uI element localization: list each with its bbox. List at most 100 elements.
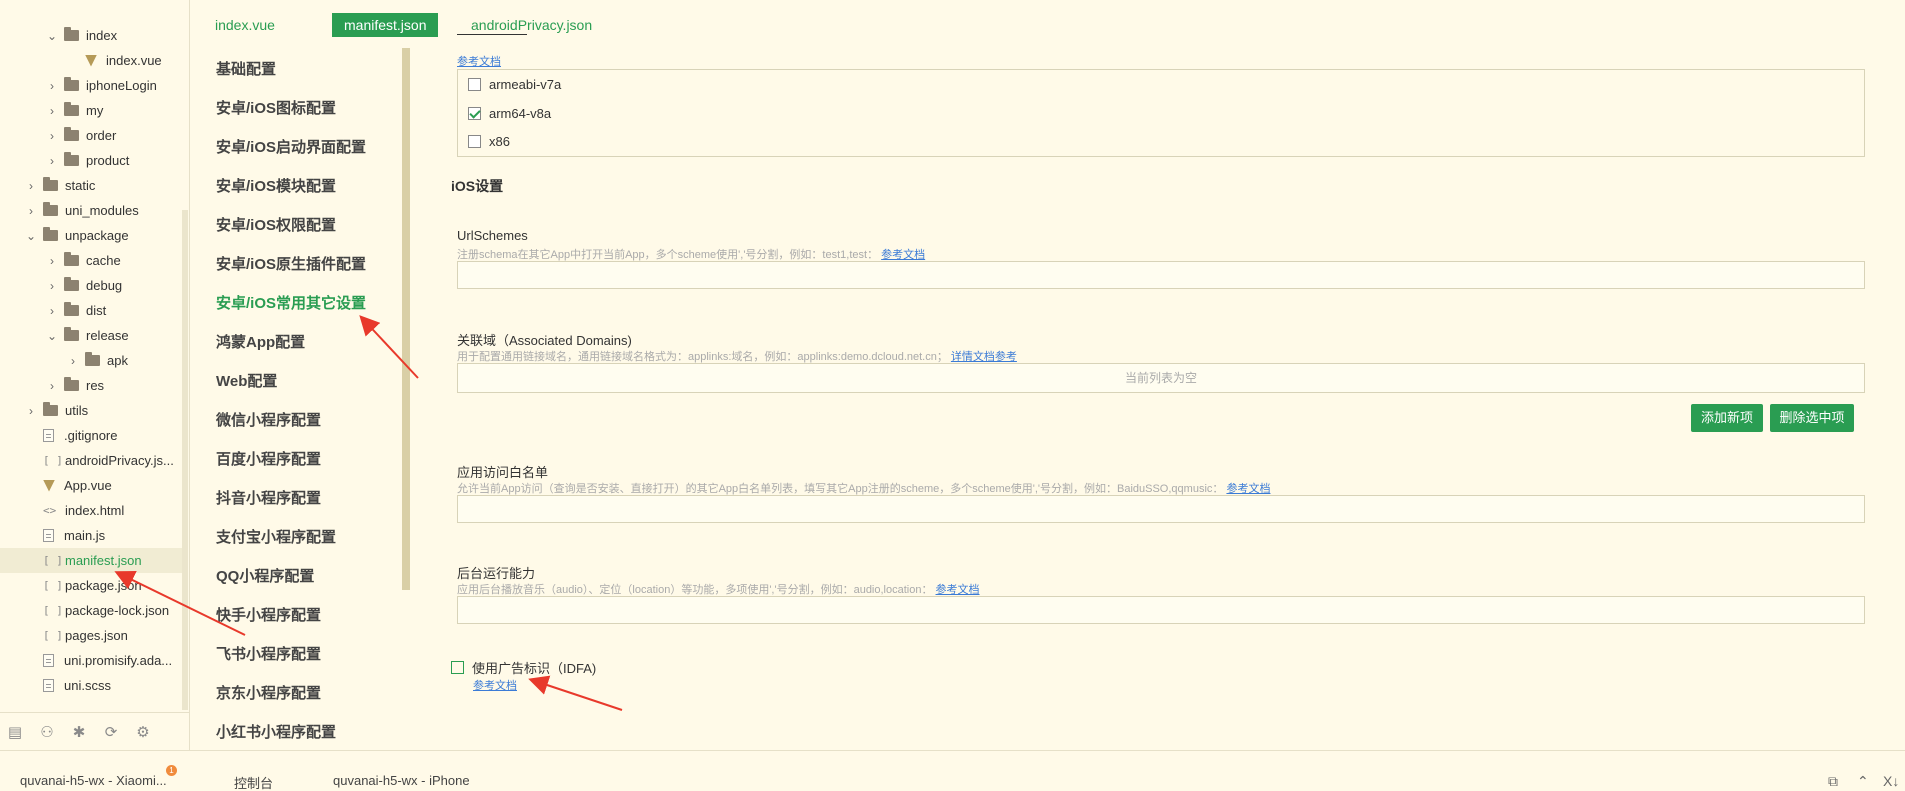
config-nav-item[interactable]: 鸿蒙App配置 <box>216 331 305 352</box>
chevron-right-icon[interactable]: › <box>46 104 58 118</box>
chevron-right-icon[interactable]: › <box>46 379 58 393</box>
config-nav-item[interactable]: 安卓/iOS权限配置 <box>216 214 336 235</box>
tree-folder[interactable]: › product <box>0 148 182 173</box>
config-nav-scrollbar[interactable] <box>402 48 410 590</box>
tree-folder[interactable]: › order <box>0 123 182 148</box>
extensions-icon[interactable]: ⚙ <box>134 723 152 741</box>
tree-file[interactable]: [ ] package.json <box>0 573 182 598</box>
folder-icon <box>85 352 100 366</box>
tree-folder[interactable]: ⌄ index <box>0 23 182 48</box>
tree-folder[interactable]: › cache <box>0 248 182 273</box>
binoculars-icon[interactable]: ⚇ <box>38 723 56 741</box>
tree-file[interactable]: uni.promisify.ada... <box>0 648 182 673</box>
close-panel-icon[interactable]: X↓ <box>1883 773 1899 789</box>
open-external-icon[interactable]: ⧉ <box>1828 773 1838 790</box>
url-schemes-input[interactable] <box>457 261 1865 289</box>
tree-folder[interactable]: › my <box>0 98 182 123</box>
config-nav-item[interactable]: 安卓/iOS模块配置 <box>216 175 336 196</box>
config-nav-item[interactable]: QQ小程序配置 <box>216 565 314 586</box>
chevron-right-icon[interactable]: › <box>46 279 58 293</box>
folder-icon <box>64 302 79 316</box>
config-nav-item[interactable]: 安卓/iOS常用其它设置 <box>216 292 366 313</box>
chevron-right-icon[interactable]: › <box>46 79 58 93</box>
config-nav-item[interactable]: 京东小程序配置 <box>216 682 321 703</box>
abi-option-x86[interactable]: x86 <box>468 134 510 149</box>
app-whitelist-input[interactable] <box>457 495 1865 523</box>
tree-file[interactable]: [ ] pages.json <box>0 623 182 648</box>
abi-doc-link[interactable]: 参考文档 <box>457 53 501 69</box>
device-iphone-tab[interactable]: quvanai-h5-wx - iPhone <box>333 773 470 788</box>
config-nav-item[interactable]: 支付宝小程序配置 <box>216 526 336 547</box>
idfa-checkbox[interactable] <box>451 661 464 674</box>
chevron-up-icon[interactable]: ⌃ <box>1857 773 1869 790</box>
idfa-doc-link[interactable]: 参考文档 <box>473 677 517 693</box>
tree-folder[interactable]: › uni_modules <box>0 198 182 223</box>
abi-option-arm64-v8a[interactable]: arm64-v8a <box>468 106 551 121</box>
tree-folder[interactable]: ⌄ unpackage <box>0 223 182 248</box>
chevron-right-icon[interactable]: › <box>25 179 37 193</box>
tree-file[interactable]: App.vue <box>0 473 182 498</box>
tree-folder[interactable]: ⌄ release <box>0 323 182 348</box>
config-nav-item[interactable]: 飞书小程序配置 <box>216 643 321 664</box>
config-nav-item[interactable]: 安卓/iOS原生插件配置 <box>216 253 366 274</box>
config-nav-item[interactable]: 抖音小程序配置 <box>216 487 321 508</box>
background-capability-doc-link[interactable]: 参考文档 <box>936 584 980 596</box>
associated-domains-doc-link[interactable]: 详情文档参考 <box>951 351 1017 363</box>
device-xiaomi-tab[interactable]: quvanai-h5-wx - Xiaomi... <box>20 773 167 788</box>
background-capability-input[interactable] <box>457 596 1865 624</box>
chevron-right-icon[interactable]: › <box>25 404 37 418</box>
config-nav-item[interactable]: Web配置 <box>216 370 277 391</box>
tree-folder[interactable]: › iphoneLogin <box>0 73 182 98</box>
associated-domains-desc: 用于配置通用链接域名，通用链接域名格式为：applinks:域名，例如：appl… <box>457 348 1017 364</box>
tab-manifest-json[interactable]: manifest.json <box>332 13 439 37</box>
clipped-heading-remnant <box>457 34 527 40</box>
tab-index-vue[interactable]: index.vue <box>203 13 287 37</box>
tree-file[interactable]: main.js <box>0 523 182 548</box>
explorer-icon[interactable]: ▤ <box>6 723 24 741</box>
config-nav-item[interactable]: 微信小程序配置 <box>216 409 321 430</box>
chevron-right-icon[interactable]: › <box>46 129 58 143</box>
tree-file[interactable]: <> index.html <box>0 498 182 523</box>
url-schemes-doc-link[interactable]: 参考文档 <box>881 249 925 261</box>
tree-folder[interactable]: › static <box>0 173 182 198</box>
config-nav-item[interactable]: 基础配置 <box>216 58 276 79</box>
config-nav-item[interactable]: 安卓/iOS图标配置 <box>216 97 336 118</box>
tree-file[interactable]: [ ] package-lock.json <box>0 598 182 623</box>
tree-folder[interactable]: › debug <box>0 273 182 298</box>
config-nav-item[interactable]: 小红书小程序配置 <box>216 721 336 742</box>
tree-folder[interactable]: › dist <box>0 298 182 323</box>
chevron-right-icon[interactable]: › <box>46 304 58 318</box>
chevron-right-icon[interactable]: › <box>25 204 37 218</box>
tree-folder[interactable]: › utils <box>0 398 182 423</box>
associated-domains-list[interactable]: 当前列表为空 <box>457 363 1865 393</box>
console-tab[interactable]: 控制台 <box>234 773 273 791</box>
chevron-down-icon[interactable]: ⌄ <box>25 229 37 243</box>
source-control-icon[interactable]: ⟳ <box>102 723 120 741</box>
app-whitelist-doc-link[interactable]: 参考文档 <box>1226 483 1270 495</box>
tree-scrollbar[interactable] <box>182 210 188 710</box>
chevron-right-icon[interactable]: › <box>67 354 79 368</box>
abi-checkbox-checked[interactable] <box>468 107 481 120</box>
chevron-down-icon[interactable]: ⌄ <box>46 29 58 43</box>
tree-file[interactable]: index.vue <box>0 48 182 73</box>
add-item-button[interactable]: 添加新项 <box>1691 404 1763 432</box>
abi-checkbox[interactable] <box>468 135 481 148</box>
abi-checkbox[interactable] <box>468 78 481 91</box>
chevron-down-icon[interactable]: ⌄ <box>46 329 58 343</box>
debug-bug-icon[interactable]: ✱ <box>70 723 88 741</box>
chevron-right-icon[interactable]: › <box>46 154 58 168</box>
tree-file[interactable]: .gitignore <box>0 423 182 448</box>
delete-selected-button[interactable]: 删除选中项 <box>1770 404 1854 432</box>
config-nav-item[interactable]: 快手小程序配置 <box>216 604 321 625</box>
config-nav-item[interactable]: 安卓/iOS启动界面配置 <box>216 136 366 157</box>
editor-tab-bar: index.vue manifest.json androidPrivacy.j… <box>191 0 1905 48</box>
tree-file[interactable]: [ ] androidPrivacy.js... <box>0 448 182 473</box>
abi-option-armeabi-v7a[interactable]: armeabi-v7a <box>468 77 561 92</box>
tree-file[interactable]: [ ] manifest.json <box>0 548 182 573</box>
chevron-right-icon[interactable]: › <box>46 254 58 268</box>
config-nav-item[interactable]: 百度小程序配置 <box>216 448 321 469</box>
tree-folder[interactable]: › res <box>0 373 182 398</box>
tree-folder[interactable]: › apk <box>0 348 182 373</box>
idfa-option[interactable]: 使用广告标识（IDFA) <box>451 658 596 677</box>
tree-file[interactable]: uni.scss <box>0 673 182 698</box>
